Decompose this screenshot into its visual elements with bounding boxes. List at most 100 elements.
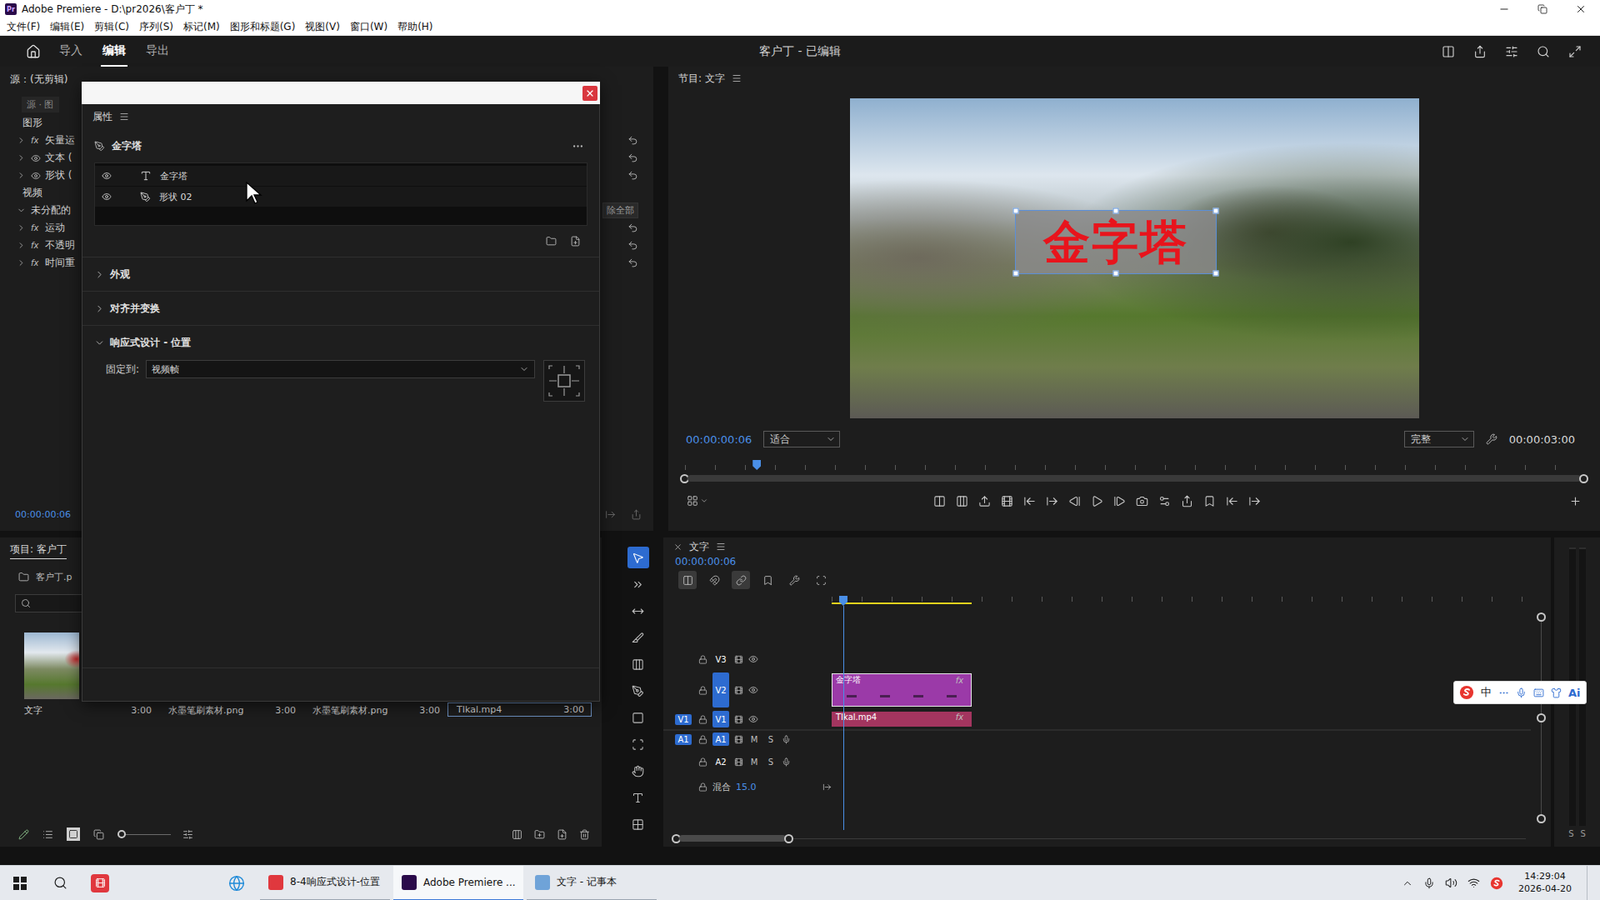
goto-in-icon[interactable] [1225, 495, 1239, 508]
panel-menu-icon[interactable] [731, 73, 742, 84]
compare-icon[interactable] [1158, 495, 1171, 508]
wrench-icon[interactable] [1485, 433, 1498, 445]
automate-icon[interactable] [511, 829, 523, 840]
reset-icon[interactable] [627, 170, 639, 181]
workspace-tab[interactable]: 编辑 [100, 36, 128, 67]
tool-button[interactable] [622, 784, 654, 811]
sort-icon[interactable] [182, 829, 194, 840]
export-icon[interactable] [630, 509, 642, 520]
reset-icon[interactable] [627, 222, 639, 234]
solo-button[interactable]: S [1580, 829, 1586, 839]
app-button[interactable] [80, 865, 120, 900]
reset-icon[interactable] [627, 135, 639, 146]
start-button[interactable] [0, 865, 40, 900]
graphic-icon[interactable] [94, 140, 105, 152]
filter-icon[interactable] [605, 509, 616, 520]
reset-icon[interactable] [627, 152, 639, 164]
source-tab[interactable]: 源：(无剪辑) [10, 70, 68, 89]
track-toggle[interactable]: M [748, 757, 760, 767]
track-name[interactable]: A2 [712, 749, 730, 775]
mix-value[interactable]: 15.0 [735, 781, 757, 793]
track-name[interactable]: V1 [712, 710, 730, 728]
sogou-icon[interactable] [1490, 876, 1504, 890]
lock-icon[interactable] [698, 757, 708, 767]
panel-menu-icon[interactable] [715, 541, 726, 552]
track-lane[interactable] [831, 647, 1531, 671]
tool-button[interactable] [622, 544, 654, 571]
expand-icon[interactable] [16, 153, 26, 163]
timeline-timecode[interactable]: 00:00:00:06 [675, 555, 832, 568]
close-window-button[interactable] [1561, 0, 1600, 19]
sync-icon[interactable] [734, 685, 744, 695]
timeline-tab[interactable]: 文字 [689, 538, 710, 556]
folder-icon[interactable] [18, 571, 30, 583]
lift-icon[interactable] [978, 495, 991, 508]
program-ruler[interactable] [685, 451, 1584, 470]
share-icon[interactable] [1180, 495, 1194, 508]
tool-button[interactable] [622, 624, 654, 651]
lock-icon[interactable] [698, 715, 708, 725]
track-toggle[interactable]: S [765, 757, 777, 767]
track-lane[interactable] [831, 730, 1531, 748]
sync-icon[interactable] [734, 715, 744, 725]
resize-handle[interactable] [1112, 270, 1119, 277]
sync-icon[interactable] [734, 655, 744, 665]
lock-icon[interactable] [698, 782, 708, 792]
lock-icon[interactable] [698, 735, 708, 745]
tray-expand-icon[interactable] [1401, 877, 1414, 890]
menu-item[interactable]: 剪辑(C) [89, 20, 135, 35]
plus-icon[interactable] [1569, 495, 1582, 508]
resize-handle[interactable] [1112, 208, 1119, 215]
menu-item[interactable]: 图形和标题(G) [225, 20, 301, 35]
taskbar-app[interactable]: 文字 - 记事本 [526, 865, 657, 900]
expand-icon[interactable] [94, 269, 105, 280]
timeline-ruler[interactable] [831, 555, 1531, 606]
menu-item[interactable]: 编辑(E) [45, 20, 90, 35]
resize-handle[interactable] [1012, 208, 1019, 215]
slip-icon[interactable] [631, 658, 645, 671]
graphic-box[interactable]: 金字塔 [1015, 210, 1217, 275]
collapse-icon[interactable] [16, 205, 26, 215]
eye-icon[interactable] [748, 685, 759, 695]
restore-button[interactable] [1523, 0, 1562, 19]
section-header[interactable]: 外观 [82, 257, 600, 292]
list-view-icon[interactable] [42, 829, 54, 840]
fx-badge[interactable]: fx [30, 135, 43, 145]
close-icon[interactable] [673, 542, 683, 552]
marker-icon[interactable] [762, 575, 774, 586]
solo-button[interactable]: S [1568, 829, 1574, 839]
video-frame[interactable]: 金字塔 [850, 98, 1420, 419]
chevron-down-icon[interactable] [1460, 434, 1470, 445]
collapse-icon[interactable] [94, 337, 105, 349]
minimize-button[interactable] [1485, 0, 1524, 19]
thumbnail[interactable] [24, 632, 80, 700]
ime-mode[interactable]: 中 [1480, 685, 1492, 700]
pen-icon[interactable] [631, 685, 645, 698]
anchor-icon[interactable] [547, 364, 581, 398]
workspace-tab[interactable]: 导入 [57, 36, 85, 67]
new-bin-icon[interactable] [534, 829, 545, 840]
source-patch[interactable]: A1 [675, 734, 692, 745]
clip[interactable]: 金字塔fx [831, 673, 972, 707]
nest-icon[interactable] [682, 575, 694, 586]
chevron-down-icon[interactable] [825, 434, 836, 445]
menu-item[interactable]: 序列(S) [134, 20, 179, 35]
settings-icon[interactable] [789, 575, 800, 586]
step-forward-icon[interactable] [1113, 495, 1126, 508]
fx-badge[interactable]: fx [30, 240, 43, 250]
mark-in-icon[interactable] [1023, 495, 1036, 508]
track-name[interactable]: V3 [712, 649, 730, 670]
fx-badge[interactable]: fx [955, 712, 968, 722]
resize-handle[interactable] [1213, 208, 1220, 215]
overwrite-icon[interactable] [955, 495, 969, 508]
chevron-down-icon[interactable] [700, 496, 709, 505]
properties-tab[interactable]: 属性 [92, 108, 113, 126]
settings-button[interactable] [686, 495, 709, 507]
search-icon[interactable] [1536, 45, 1550, 59]
track-toggle[interactable]: S [765, 735, 777, 745]
project-tab[interactable]: 项目: 客户丁 [10, 540, 67, 560]
fx-badge[interactable]: fx [30, 223, 43, 233]
vertical-scrollbar[interactable] [1530, 605, 1551, 830]
workspace-tab[interactable]: 导出 [144, 36, 171, 67]
menu-item[interactable]: 标记(M) [178, 20, 225, 35]
